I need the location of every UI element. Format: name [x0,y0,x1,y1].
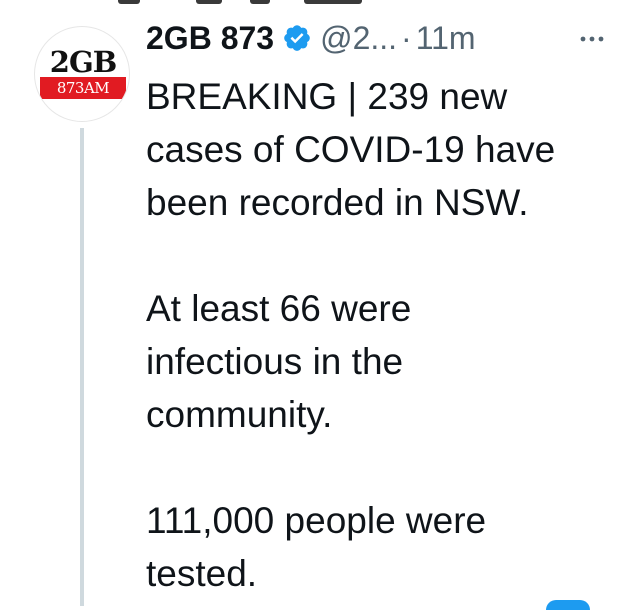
tweet-text-line: community. [146,394,333,435]
author-handle[interactable]: @2... [320,20,397,56]
avatar-logo-top: 2GB [49,45,117,79]
floating-action-button-edge[interactable] [546,600,590,610]
tweet-text-line: infectious in the [146,341,404,382]
tweet-text-line: been recorded in NSW. [146,182,529,223]
thread-line [80,128,84,606]
verified-badge-icon [284,25,310,51]
tweet-text-line: At least 66 were [146,288,412,329]
tweet-text-line: tested. [146,553,258,594]
avatar-logo-bottom: 873AM [40,77,126,99]
timestamp[interactable]: 11m [416,20,476,56]
tweet-text-line: BREAKING | 239 new [146,76,508,117]
tweet-text: BREAKING | 239 new cases of COVID-19 hav… [146,70,616,600]
tweet-header: 2GB 873 @2... · 11m [146,18,476,58]
tweet-text-line: 111,000 people were [146,500,487,541]
author-name[interactable]: 2GB 873 [146,20,274,56]
tweet-text-line: cases of COVID-19 have [146,129,556,170]
separator-dot: · [401,20,412,56]
more-options-icon[interactable] [580,35,604,43]
tweet[interactable]: 2GB 873AM 2GB 873 @2... · 11m BREAKING | 2… [0,0,640,610]
avatar[interactable]: 2GB 873AM [34,26,130,122]
previous-content-edge [0,0,640,8]
